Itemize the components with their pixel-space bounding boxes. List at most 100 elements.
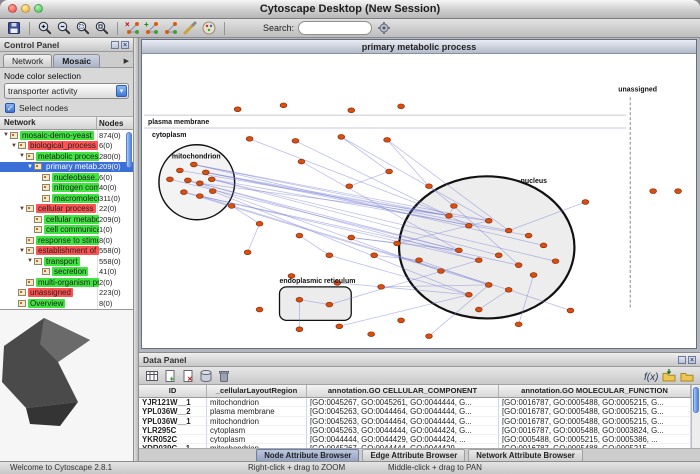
graph-node[interactable] — [552, 259, 559, 264]
tree-row[interactable]: nitrogen compo...40(0) — [0, 183, 133, 194]
tree-scrollbar-thumb[interactable] — [126, 132, 132, 168]
graph-node[interactable] — [438, 269, 445, 274]
table-row[interactable]: YDR039C__1mitochondrion[GO:0045267, GO:0… — [139, 444, 691, 448]
annotation-icon[interactable] — [182, 20, 198, 36]
graph-node[interactable] — [180, 190, 187, 195]
close-window-button[interactable] — [8, 4, 17, 13]
zoom-fit-icon[interactable] — [94, 20, 110, 36]
delete-attribute-icon[interactable]: × — [180, 368, 196, 384]
graph-node[interactable] — [495, 253, 502, 258]
graph-node[interactable] — [209, 189, 216, 194]
graph-node[interactable] — [540, 243, 547, 248]
graph-node[interactable] — [326, 302, 333, 307]
graph-node[interactable] — [296, 297, 303, 302]
graph-node[interactable] — [485, 282, 492, 287]
close-panel-icon[interactable]: × — [121, 41, 129, 49]
network-canvas[interactable]: plasma membranecytoplasmmitochondrionnuc… — [142, 54, 696, 348]
graph-node[interactable] — [515, 322, 522, 327]
graph-node[interactable] — [338, 135, 345, 140]
graph-node[interactable] — [455, 248, 462, 253]
save-session-icon[interactable] — [6, 20, 22, 36]
tree-col-nodes[interactable]: Nodes — [97, 119, 133, 128]
tree-row[interactable]: response to stimul...8(0) — [0, 235, 133, 246]
zoom-in-icon[interactable] — [37, 20, 53, 36]
graph-node[interactable] — [348, 235, 355, 240]
table-row[interactable]: YPL036W__2plasma membrane[GO:0045263, GO… — [139, 407, 691, 416]
table-scrollbar-thumb[interactable] — [693, 387, 699, 413]
tree-expand-icon[interactable]: ▼ — [18, 204, 26, 214]
network-overview[interactable] — [0, 309, 133, 462]
close-panel-icon[interactable]: × — [688, 356, 696, 364]
graph-node[interactable] — [368, 332, 375, 337]
graph-node[interactable] — [184, 178, 191, 183]
graph-node[interactable] — [505, 228, 512, 233]
open-attributes-icon[interactable] — [679, 368, 695, 384]
graph-node[interactable] — [465, 223, 472, 228]
tab-scroll-right-icon[interactable]: ▶ — [120, 57, 133, 67]
select-nodes-checkbox[interactable]: ✓ — [5, 103, 15, 113]
search-options-icon[interactable] — [376, 20, 392, 36]
graph-node[interactable] — [296, 233, 303, 238]
graph-node[interactable] — [256, 221, 263, 226]
graph-node[interactable] — [167, 177, 174, 182]
tree-row[interactable]: ▼mosaic-demo-yeast874(0) — [0, 130, 133, 141]
table-row[interactable]: YLR295Ccytoplasm[GO:0045263, GO:0044444,… — [139, 426, 691, 435]
graph-node[interactable] — [298, 159, 305, 164]
graph-node[interactable] — [416, 258, 423, 263]
control-panel-titlebar[interactable]: Control Panel × — [0, 38, 133, 52]
float-panel-icon[interactable] — [111, 41, 119, 49]
graph-node[interactable] — [394, 241, 401, 246]
graph-node[interactable] — [475, 258, 482, 263]
new-network-from-selection-icon[interactable] — [163, 20, 179, 36]
graph-node[interactable] — [296, 327, 303, 332]
tree-row[interactable]: macromolecule...311(0) — [0, 193, 133, 204]
graph-node[interactable] — [234, 107, 241, 112]
graph-node[interactable] — [256, 307, 263, 312]
data-panel-titlebar[interactable]: Data Panel × — [139, 353, 700, 367]
tab-network[interactable]: Network — [3, 54, 52, 67]
graph-node[interactable] — [208, 177, 215, 182]
zoom-out-icon[interactable] — [56, 20, 72, 36]
graph-node[interactable] — [244, 250, 251, 255]
function-builder-icon[interactable]: f(x) — [643, 368, 659, 384]
graph-node[interactable] — [371, 253, 378, 258]
vizmapper-icon[interactable] — [201, 20, 217, 36]
trash-icon[interactable] — [216, 368, 232, 384]
graph-node[interactable] — [650, 189, 657, 194]
graph-node[interactable] — [398, 104, 405, 109]
graph-node[interactable] — [515, 263, 522, 268]
graph-node[interactable] — [196, 181, 203, 186]
tree-expand-icon[interactable]: ▼ — [2, 130, 10, 140]
column-header[interactable]: annotation.GO MOLECULAR_FUNCTION — [499, 385, 691, 397]
graph-node[interactable] — [280, 103, 287, 108]
tab-mosaic[interactable]: Mosaic — [53, 54, 100, 67]
graph-node[interactable] — [675, 189, 682, 194]
column-header[interactable]: annotation.GO CELLULAR_COMPONENT — [307, 385, 499, 397]
tree-row[interactable]: multi-organism pro...2(0) — [0, 277, 133, 288]
graph-node[interactable] — [326, 253, 333, 258]
hide-selected-icon[interactable]: × — [125, 20, 141, 36]
tree-row[interactable]: ▼cellular process22(0) — [0, 204, 133, 215]
graph-node[interactable] — [292, 138, 299, 143]
graph-node[interactable] — [485, 218, 492, 223]
window-titlebar[interactable]: Cytoscape Desktop (New Session) — [0, 0, 700, 19]
tree-row[interactable]: unassigned223(0) — [0, 288, 133, 299]
graph-node[interactable] — [176, 168, 183, 173]
graph-node[interactable] — [336, 324, 343, 329]
tree-row[interactable]: ▼transport558(0) — [0, 256, 133, 267]
tree-row[interactable]: cell communica...1(0) — [0, 225, 133, 236]
network-view-titlebar[interactable]: primary metabolic process — [142, 40, 696, 54]
tree-row[interactable]: ▼primary metab...209(0) — [0, 162, 133, 173]
tree-row[interactable]: ▼metabolic process280(0) — [0, 151, 133, 162]
table-row[interactable]: YJR121W__1mitochondrion[GO:0045267, GO:0… — [139, 398, 691, 407]
graph-node[interactable] — [202, 170, 209, 175]
graph-node[interactable] — [426, 334, 433, 339]
graph-node[interactable] — [446, 213, 453, 218]
graph-node[interactable] — [567, 308, 574, 313]
tree-expand-icon[interactable]: ▼ — [18, 151, 26, 161]
tree-expand-icon[interactable]: ▼ — [10, 141, 18, 151]
tree-expand-icon[interactable]: ▼ — [18, 246, 26, 256]
graph-node[interactable] — [426, 184, 433, 189]
tree-row[interactable]: cellular metabo...209(0) — [0, 214, 133, 225]
graph-node[interactable] — [505, 287, 512, 292]
